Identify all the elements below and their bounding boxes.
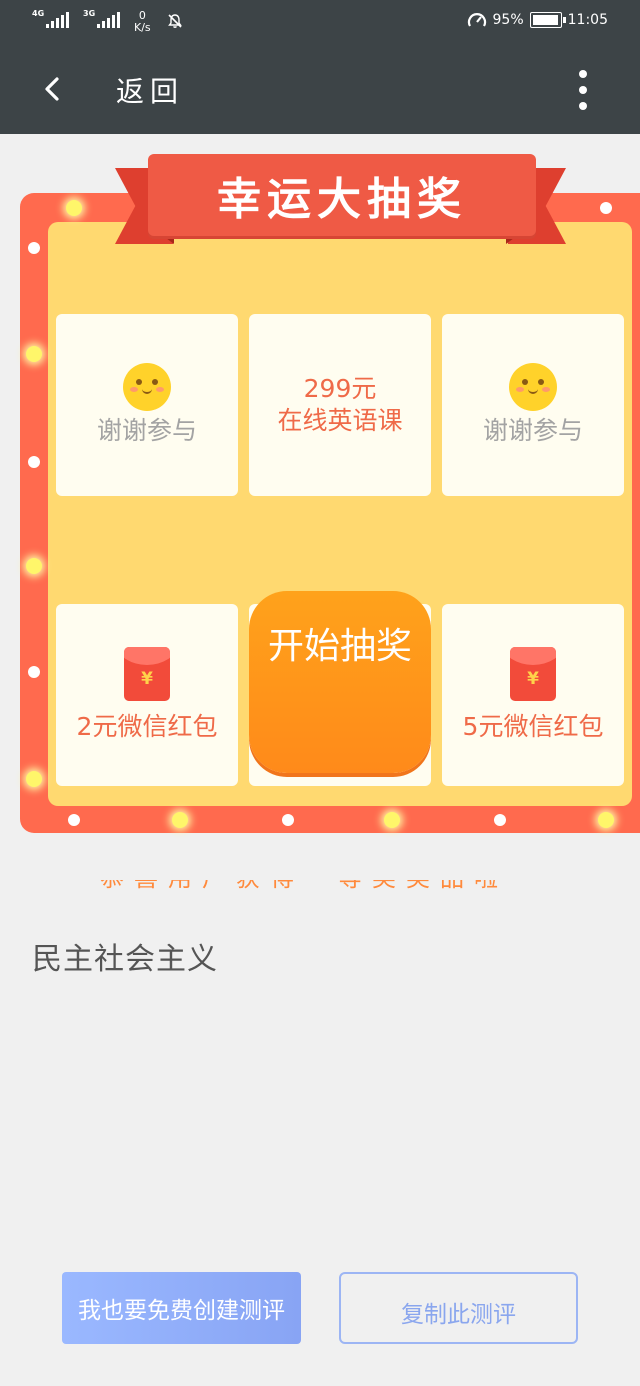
winner-marquee: 恭喜用户获得一等奖奖品啦	[100, 880, 540, 894]
smiley-icon	[123, 363, 171, 411]
signal-4g-icon: 4G	[32, 9, 69, 28]
prize-cell-thanks-2: 谢谢参与	[442, 314, 624, 496]
prize-label-price: 299元	[303, 374, 377, 403]
lottery-title: 幸运大抽奖	[217, 174, 467, 225]
smiley-icon	[509, 363, 557, 411]
back-arrow-icon[interactable]	[38, 74, 68, 104]
lottery-title-ribbon: 幸运大抽奖	[148, 154, 536, 236]
prize-cell-2yuan: ¥ 2元微信红包	[56, 604, 238, 786]
start-draw-button[interactable]: 开始抽奖	[249, 591, 431, 773]
result-text: 民主社会主义	[32, 942, 218, 977]
yen-symbol: ¥	[527, 669, 539, 689]
clock-time: 11:05	[567, 12, 608, 28]
yen-symbol: ¥	[141, 669, 153, 689]
create-assessment-button[interactable]: 我也要免费创建测评	[62, 1272, 301, 1344]
marquee-text: 恭喜用户获得一等奖奖品啦	[100, 880, 508, 892]
signal-3g-icon: 3G	[83, 9, 120, 28]
prize-label: 谢谢参与	[96, 416, 197, 445]
signal-4g-label: 4G	[32, 9, 45, 18]
signal-3g-label: 3G	[83, 9, 96, 18]
prize-cell-thanks-1: 谢谢参与	[56, 314, 238, 496]
prize-cell-english-course: 299元 在线英语课	[249, 314, 431, 496]
battery-percent: 95%	[492, 12, 524, 28]
status-right: 95% 11:05	[467, 11, 608, 29]
prize-label-name: 在线英语课	[277, 406, 403, 435]
mute-bell-icon	[167, 14, 182, 28]
app-header: 返回	[0, 44, 640, 134]
prize-label: 5元微信红包	[462, 712, 604, 741]
battery-icon	[529, 12, 566, 28]
red-envelope-icon: ¥	[124, 647, 170, 701]
status-bar: 4G 3G 0 K/s 95% 11:05	[0, 0, 640, 44]
prize-label: 谢谢参与	[482, 416, 583, 445]
copy-assessment-button[interactable]: 复制此测评	[339, 1272, 578, 1344]
net-speed-unit: K/s	[134, 21, 151, 34]
status-left: 4G 3G 0 K/s	[32, 9, 183, 34]
prize-cell-5yuan: ¥ 5元微信红包	[442, 604, 624, 786]
start-draw-label: 开始抽奖	[267, 626, 412, 667]
prize-label: 2元微信红包	[76, 712, 218, 741]
red-envelope-icon: ¥	[510, 647, 556, 701]
net-speed: 0 K/s	[134, 10, 151, 34]
back-button-label[interactable]: 返回	[116, 70, 184, 110]
speedometer-icon	[467, 13, 486, 27]
more-menu-icon[interactable]	[568, 70, 598, 110]
